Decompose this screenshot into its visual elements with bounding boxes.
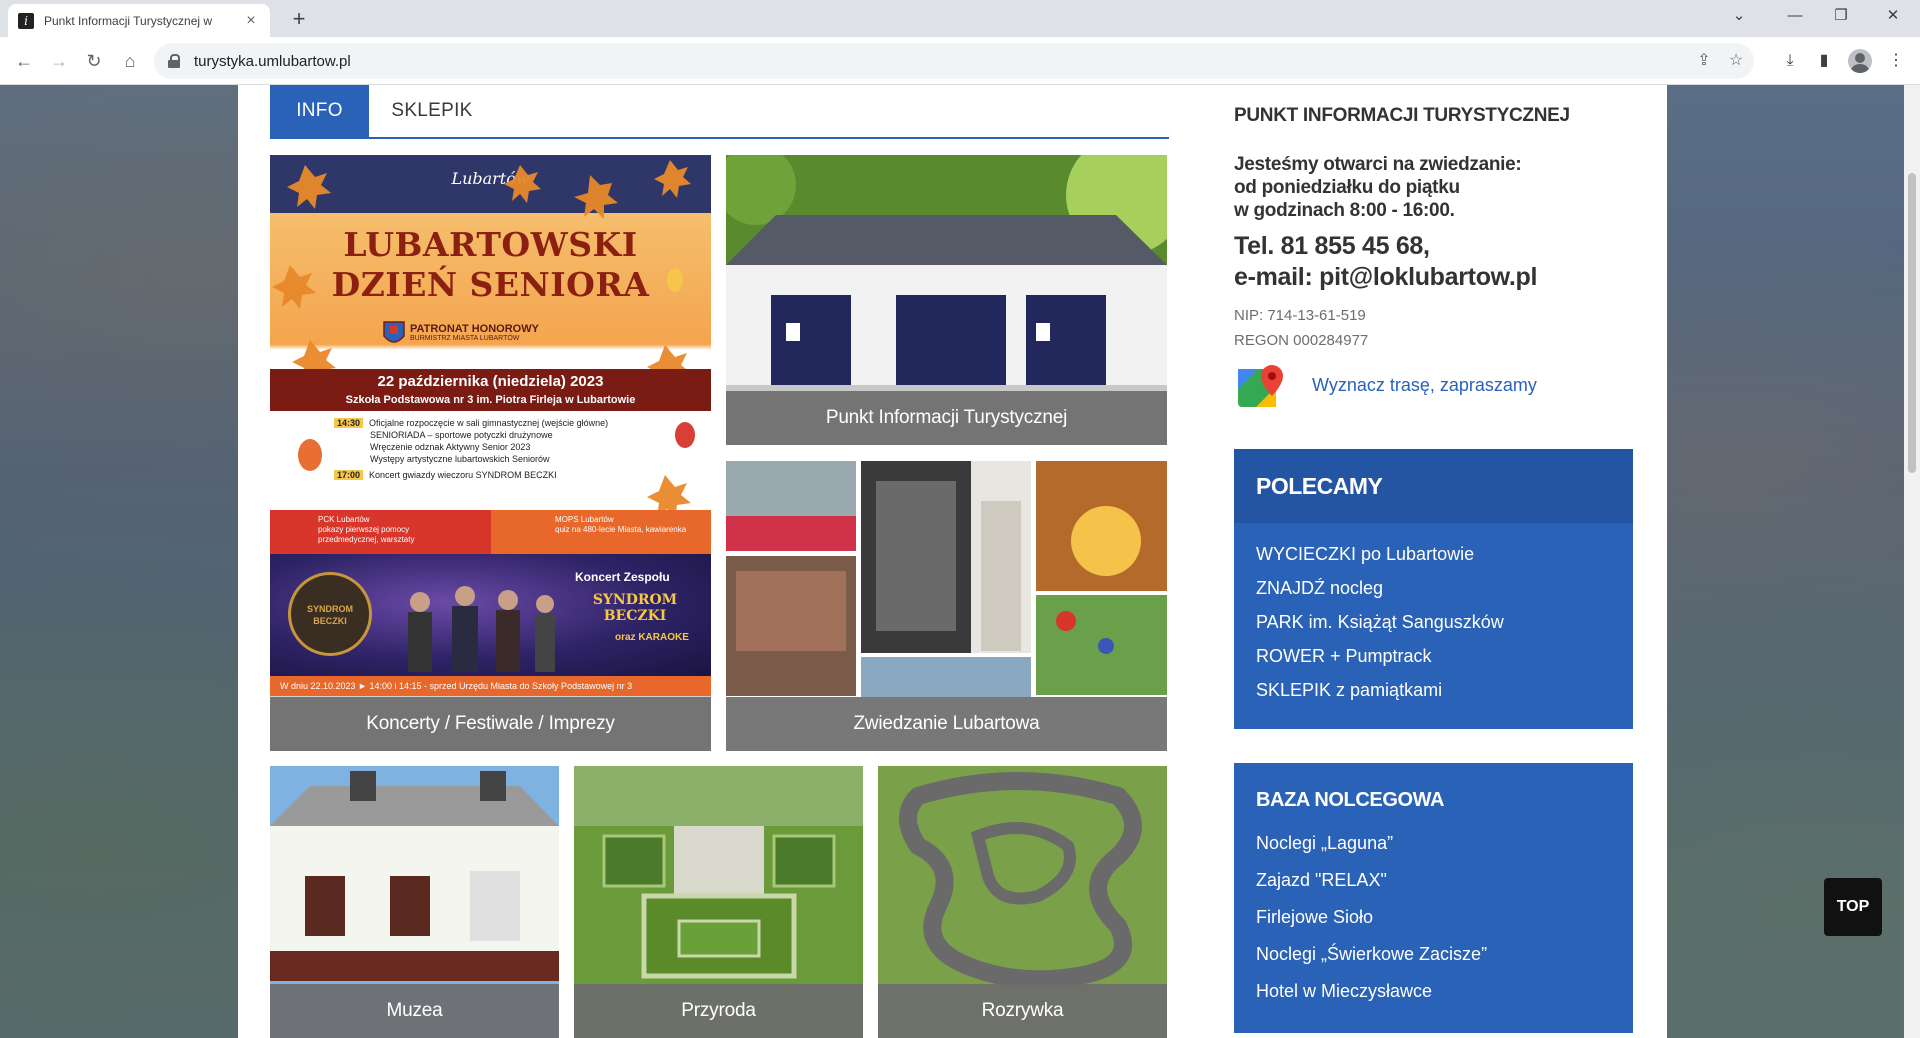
recommend-item[interactable]: SKLEPIK z pamiątkami: [1256, 673, 1504, 707]
content-tabs: INFO SKLEPIK: [270, 85, 1169, 139]
lodging-box: BAZA NOLCEGOWA Noclegi „Laguna” Zajazd "…: [1234, 763, 1633, 1033]
recommend-box: POLECAMY WYCIECZKI po Lubartowie ZNAJDŹ …: [1234, 449, 1633, 729]
tab-search-icon[interactable]: ⌄: [1716, 0, 1762, 32]
restore-icon[interactable]: ❐: [1818, 0, 1864, 32]
recommend-item[interactable]: PARK im. Książąt Sanguszków: [1256, 605, 1504, 639]
browser-chrome: i Punkt Informacji Turystycznej w × + ⌄ …: [0, 0, 1920, 85]
bookmark-star-icon[interactable]: ☆: [1724, 49, 1748, 73]
tile-info-point[interactable]: Punkt Informacji Turystycznej: [726, 155, 1167, 445]
scroll-to-top-button[interactable]: TOP: [1824, 878, 1882, 936]
lodging-item[interactable]: Hotel w Mieczysławce: [1256, 973, 1487, 1010]
address-bar[interactable]: turystyka.umlubartow.pl ⇪ ☆: [154, 43, 1754, 79]
minimize-icon[interactable]: —: [1772, 0, 1818, 32]
email-address[interactable]: e-mail: pit@loklubartow.pl: [1234, 262, 1537, 293]
lodging-item[interactable]: Firlejowe Sioło: [1256, 899, 1487, 936]
download-icon[interactable]: ⤓: [1776, 47, 1804, 75]
tile-caption: Muzea: [270, 984, 559, 1038]
tile-events[interactable]: Lubartów LUBARTOWSKI DZIEŃ SENIORA PATRO…: [270, 155, 711, 751]
reload-icon[interactable]: ↻: [80, 47, 108, 75]
tile-sightseeing[interactable]: Zwiedzanie Lubartowa: [726, 461, 1167, 751]
side-panel-icon[interactable]: ▮: [1810, 47, 1838, 75]
lodging-list: Noclegi „Laguna” Zajazd "RELAX" Firlejow…: [1256, 825, 1487, 1010]
lock-icon: [168, 54, 180, 68]
home-icon[interactable]: ⌂: [116, 47, 144, 75]
tile-caption: Punkt Informacji Turystycznej: [726, 391, 1167, 445]
tab-title: Punkt Informacji Turystycznej w: [44, 13, 213, 28]
tile-caption: Rozrywka: [878, 984, 1167, 1038]
scrollbar[interactable]: [1904, 85, 1920, 1038]
menu-icon[interactable]: ⋮: [1882, 47, 1910, 75]
band-photo: [408, 586, 555, 672]
forward-icon[interactable]: →: [45, 47, 73, 75]
main-content: INFO SKLEPIK Lubartów LUBARTOWSKI DZIEŃ …: [238, 85, 1667, 1038]
poster-footer: W dniu 22.10.2023 ► 14:00 i 14:15 - sprz…: [270, 676, 711, 696]
opening-hours: Jesteśmy otwarci na zwiedzanie: od ponie…: [1234, 154, 1522, 221]
close-tab-icon[interactable]: ×: [242, 12, 260, 30]
recommend-title: POLECAMY: [1234, 449, 1633, 523]
band-logo: SYNDROM BECZKI: [288, 572, 372, 656]
tab-info[interactable]: INFO: [270, 85, 369, 137]
lodging-item[interactable]: Zajazd "RELAX": [1256, 862, 1487, 899]
tile-caption: Przyroda: [574, 984, 863, 1038]
tile-nature[interactable]: Przyroda: [574, 766, 863, 1038]
lodging-title: BAZA NOLCEGOWA: [1256, 789, 1445, 811]
tile-fun[interactable]: Rozrywka: [878, 766, 1167, 1038]
directions-link[interactable]: Wyznacz trasę, zapraszamy: [1312, 375, 1537, 396]
lodging-item[interactable]: Noclegi „Świerkowe Zacisze”: [1256, 936, 1487, 973]
poster-date: 22 października (niedziela) 2023 Szkoła …: [270, 369, 711, 411]
recommend-item[interactable]: ROWER + Pumptrack: [1256, 639, 1504, 673]
poster-pck: PCK Lubartów pokazy pierwszej pomocy prze…: [318, 515, 415, 544]
tile-museums[interactable]: Muzea: [270, 766, 559, 1038]
tab-bar: i Punkt Informacji Turystycznej w × + ⌄ …: [0, 0, 1920, 37]
recommend-item[interactable]: WYCIECZKI po Lubartowie: [1256, 537, 1504, 571]
recommend-item[interactable]: ZNAJDŹ nocleg: [1256, 571, 1504, 605]
tile-caption: Koncerty / Festiwale / Imprezy: [270, 697, 711, 751]
browser-tab[interactable]: i Punkt Informacji Turystycznej w ×: [8, 4, 270, 37]
contact-info: Tel. 81 855 45 68, e-mail: pit@loklubart…: [1234, 231, 1537, 293]
toolbar: ← → ↻ ⌂ turystyka.umlubartow.pl ⇪ ☆ ⤓ ▮ …: [0, 37, 1920, 85]
profile-avatar[interactable]: [1848, 49, 1872, 73]
tab-sklepik[interactable]: SKLEPIK: [369, 85, 495, 137]
poster-mops: MOPS Lubartów quiz na 480-lecie Miasta, k…: [555, 515, 687, 534]
phone-number: Tel. 81 855 45 68,: [1234, 232, 1430, 260]
poster-schedule: 14:30 Oficjalne rozpoczęcie w sali gimnas…: [334, 417, 654, 481]
tile-caption: Zwiedzanie Lubartowa: [726, 697, 1167, 751]
company-ids: NIP: 714-13-61-519 REGON 000284977: [1234, 307, 1369, 349]
back-icon[interactable]: ←: [10, 47, 38, 75]
sidebar-title: PUNKT INFORMACJI TURYSTYCZNEJ: [1234, 105, 1570, 126]
google-maps-icon[interactable]: [1236, 363, 1286, 409]
url-text: turystyka.umlubartow.pl: [194, 52, 351, 70]
share-icon[interactable]: ⇪: [1692, 49, 1716, 73]
scrollbar-thumb[interactable]: [1908, 173, 1916, 473]
favicon-icon: i: [18, 12, 34, 29]
new-tab-button[interactable]: +: [286, 6, 312, 32]
poster-concert: SYNDROM BECZKI Koncert Zespołu SYNDROM B…: [270, 554, 711, 676]
event-poster: Lubartów LUBARTOWSKI DZIEŃ SENIORA PATRO…: [270, 155, 711, 696]
lodging-item[interactable]: Noclegi „Laguna”: [1256, 825, 1487, 862]
page-viewport: INFO SKLEPIK Lubartów LUBARTOWSKI DZIEŃ …: [0, 85, 1920, 1038]
recommend-list: WYCIECZKI po Lubartowie ZNAJDŹ nocleg PA…: [1256, 537, 1504, 707]
close-window-icon[interactable]: ✕: [1870, 0, 1916, 32]
